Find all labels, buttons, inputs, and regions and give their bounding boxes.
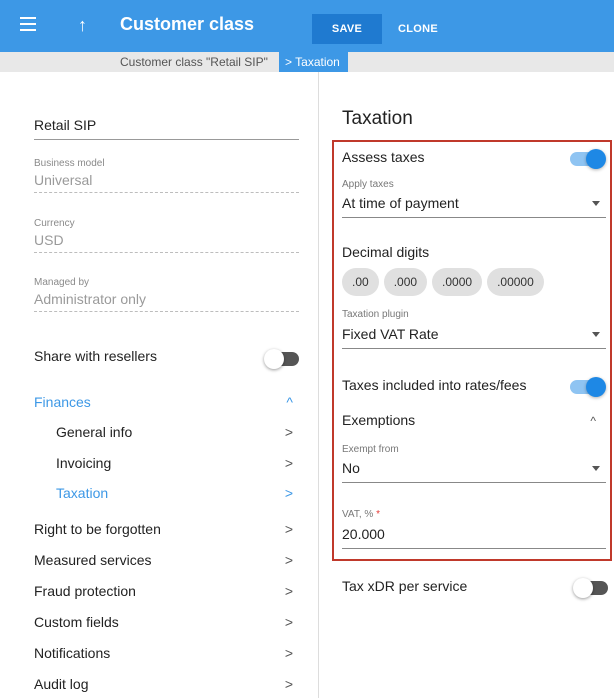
taxation-panel: Taxation Assess taxes Apply taxes At tim… (320, 72, 614, 698)
save-button[interactable]: SAVE (312, 14, 382, 44)
nav-item-label: Measured services (34, 552, 152, 568)
business-model-value: Universal (34, 172, 299, 193)
chevron-up-icon: ^ (590, 414, 596, 428)
nav-finances-label: Finances (34, 394, 91, 410)
taxes-included-label: Taxes included into rates/fees (342, 377, 527, 393)
tax-xdr-toggle[interactable] (573, 578, 608, 598)
exempt-from-label: Exempt from (342, 444, 399, 455)
nav-custom-fields[interactable]: Custom fields > (34, 614, 299, 630)
nav-item-label: Audit log (34, 676, 89, 692)
taxes-included-toggle[interactable] (570, 377, 606, 397)
share-with-resellers-label: Share with resellers (34, 348, 157, 364)
apply-taxes-select[interactable]: At time of payment (342, 195, 606, 218)
decimal-digits-label: Decimal digits (342, 244, 430, 260)
tax-xdr-label: Tax xDR per service (342, 578, 468, 594)
chevron-right-icon: > (284, 424, 293, 440)
nav-taxation[interactable]: Taxation > (56, 485, 299, 501)
chevron-up-icon: ^ (286, 394, 293, 410)
currency-value: USD (34, 232, 299, 253)
nav-invoicing-label: Invoicing (56, 455, 112, 471)
dropdown-caret-icon (592, 332, 600, 337)
page-title: Customer class (120, 14, 255, 34)
managed-by-label: Managed by (34, 277, 90, 288)
breadcrumb-current: > Taxation (279, 52, 348, 72)
nav-item-label: Custom fields (34, 614, 119, 630)
breadcrumb: Customer class "Retail SIP" > Taxation (0, 52, 614, 72)
decimal-digits-chips: .00.000.0000.00000 (342, 268, 549, 296)
nav-measured-services[interactable]: Measured services > (34, 552, 299, 568)
vat-label: VAT, % (342, 509, 374, 520)
vat-value: 20.000 (342, 526, 385, 542)
chevron-right-icon: > (284, 455, 293, 471)
assess-taxes-toggle[interactable] (570, 149, 606, 169)
nav-item-label: Notifications (34, 645, 111, 661)
clone-button[interactable]: CLONE (398, 14, 438, 44)
arrow-up-icon[interactable]: ↑ (78, 16, 87, 34)
business-model-label: Business model (34, 158, 105, 169)
taxation-title: Taxation (342, 108, 413, 129)
breadcrumb-parent[interactable]: Customer class "Retail SIP" (120, 55, 268, 69)
share-with-resellers-row: Share with resellers (34, 348, 299, 364)
menu-icon[interactable] (20, 17, 36, 31)
left-panel: Retail SIP Business model Universal Curr… (0, 72, 319, 698)
decimal-chip-5[interactable]: .00000 (487, 268, 544, 296)
exemptions-header[interactable]: Exemptions ^ (342, 412, 606, 428)
decimal-chip-2[interactable]: .00 (342, 268, 379, 296)
chevron-right-icon: > (284, 645, 293, 661)
exempt-from-select[interactable]: No (342, 460, 606, 483)
chevron-right-icon: > (284, 521, 293, 537)
decimal-chip-4[interactable]: .0000 (432, 268, 483, 296)
managed-by-value: Administrator only (34, 291, 299, 312)
nav-item-label: Fraud protection (34, 583, 136, 599)
vat-input[interactable]: 20.000 (342, 526, 606, 549)
currency-field: Currency USD (34, 218, 299, 253)
chevron-right-icon: > (284, 485, 293, 501)
chevron-right-icon: > (284, 676, 293, 692)
nav-right-to-be-forgotten[interactable]: Right to be forgotten > (34, 521, 299, 537)
name-value[interactable]: Retail SIP (34, 117, 299, 140)
breadcrumb-current-label: Taxation (295, 55, 340, 69)
currency-label: Currency (34, 218, 75, 229)
taxation-plugin-select[interactable]: Fixed VAT Rate (342, 326, 606, 349)
taxation-plugin-label: Taxation plugin (342, 309, 409, 320)
required-mark: * (376, 509, 380, 520)
chevron-right-icon: > (284, 552, 293, 568)
nav-item-label: Right to be forgotten (34, 521, 161, 537)
assess-taxes-label: Assess taxes (342, 149, 425, 165)
decimal-chip-3[interactable]: .000 (383, 268, 428, 296)
exempt-from-value: No (342, 460, 360, 476)
business-model-field: Business model Universal (34, 158, 299, 193)
nav-notifications[interactable]: Notifications > (34, 645, 299, 661)
chevron-right-icon: > (284, 583, 293, 599)
nav-general-info-label: General info (56, 424, 133, 440)
vat-label-row: VAT, % * (342, 509, 380, 520)
chevron-right-icon: > (285, 55, 293, 69)
share-with-resellers-toggle[interactable] (264, 349, 299, 369)
apply-taxes-value: At time of payment (342, 195, 459, 211)
dropdown-caret-icon (592, 201, 600, 206)
nav-audit-log[interactable]: Audit log > (34, 676, 299, 692)
nav-finances[interactable]: Finances ^ (34, 394, 299, 410)
name-field[interactable]: Retail SIP (34, 114, 299, 140)
dropdown-caret-icon (592, 466, 600, 471)
apply-taxes-label: Apply taxes (342, 179, 394, 190)
nav-general-info[interactable]: General info > (56, 424, 299, 440)
chevron-right-icon: > (284, 614, 293, 630)
nav-fraud-protection[interactable]: Fraud protection > (34, 583, 299, 599)
taxation-plugin-value: Fixed VAT Rate (342, 326, 439, 342)
exemptions-label: Exemptions (342, 412, 416, 428)
nav-invoicing[interactable]: Invoicing > (56, 455, 299, 471)
top-app-bar: ↑ Customer class SAVE CLONE (0, 0, 614, 52)
nav-taxation-label: Taxation (56, 485, 109, 501)
managed-by-field: Managed by Administrator only (34, 277, 299, 312)
